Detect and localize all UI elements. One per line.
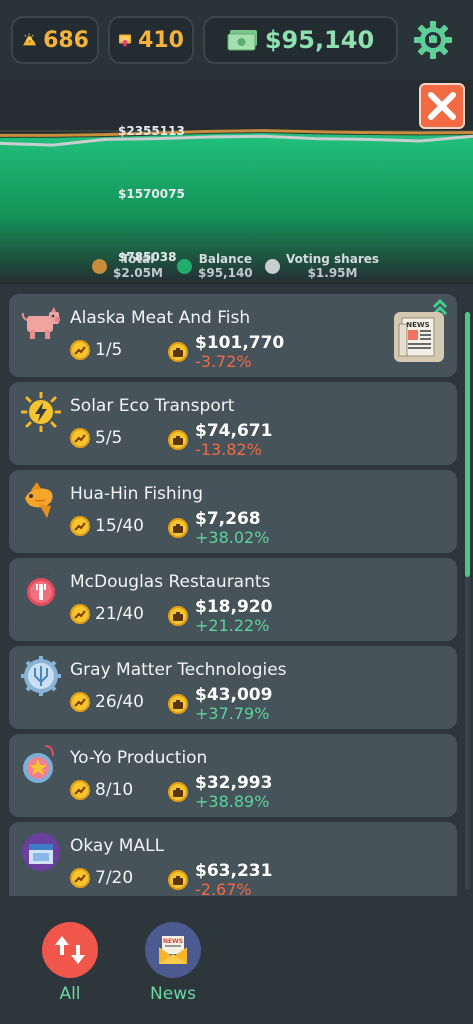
close-icon	[428, 92, 456, 120]
briefcase-coin-icon	[168, 694, 188, 714]
legend-total-label: Total	[121, 252, 155, 266]
gold-amount: 686	[43, 27, 89, 53]
gem-certificate-icon	[119, 34, 132, 48]
shares-coin-icon	[70, 868, 90, 888]
holding-value: $101,770	[195, 333, 285, 353]
briefcase-coin-icon	[168, 342, 188, 362]
shares-owned: 8/10	[95, 780, 134, 800]
company-card-alaska-meat-and-fish[interactable]: Alaska Meat And Fish 1/5 $101,770 -3.72%	[9, 294, 457, 377]
price-change: +38.02%	[195, 528, 270, 547]
circuit-gear-icon	[21, 656, 61, 696]
gem-amount: 410	[138, 27, 184, 53]
company-name: McDouglas Restaurants	[70, 572, 271, 592]
shares-coin-icon	[70, 692, 90, 712]
yoyo-star-icon	[23, 745, 54, 783]
price-change: +37.79%	[195, 704, 270, 723]
news-envelope-icon: NEWS	[159, 936, 187, 964]
shares-owned: 15/40	[95, 516, 144, 536]
cash-icon	[227, 30, 257, 51]
company-card-hua-hin-fishing[interactable]: Hua-Hin Fishing 15/40 $7,268 +38.02%	[9, 470, 457, 553]
gem-counter[interactable]: 410	[108, 16, 194, 64]
fish-icon	[25, 482, 53, 518]
cash-amount: $95,140	[264, 26, 375, 54]
chart-y-label: $2355113	[118, 124, 185, 138]
legend-total: Total $2.05M	[92, 250, 163, 282]
chart-y-label: $1570075	[118, 187, 185, 201]
legend-total-value: $2.05M	[113, 266, 163, 280]
company-name: Okay MALL	[70, 836, 165, 856]
briefcase-coin-icon	[168, 870, 188, 890]
settings-button[interactable]	[409, 16, 457, 64]
restaurant-sign-icon	[27, 570, 55, 606]
legend-total-dot	[92, 258, 107, 274]
bottom-nav: All NEWS News	[0, 896, 473, 1024]
news-badge-button[interactable]: NEWS	[394, 312, 444, 362]
shares-owned: 5/5	[95, 428, 123, 448]
shares-owned: 21/40	[95, 604, 144, 624]
legend-balance: Balance $95,140	[177, 250, 253, 282]
company-card-mcdouglas-restaurants[interactable]: McDouglas Restaurants 21/40 $18,920 +21.…	[9, 558, 457, 641]
company-card-yo-yo-production[interactable]: Yo-Yo Production 8/10 $32,993 +38.89%	[9, 734, 457, 817]
legend-balance-value: $95,140	[198, 266, 253, 280]
lightning-sun-icon	[21, 392, 61, 432]
list-scrollbar[interactable]	[465, 312, 470, 890]
briefcase-coin-icon	[168, 606, 188, 626]
briefcase-coin-icon	[168, 430, 188, 450]
pig-icon	[21, 307, 60, 339]
news-badge-text: NEWS	[406, 321, 429, 329]
top-bar: 686 410 $95,140	[0, 0, 473, 80]
company-card-solar-eco-transport[interactable]: Solar Eco Transport 5/5 $74,671 -13.82%	[9, 382, 457, 465]
shares-owned: 1/5	[95, 340, 123, 360]
gold-counter[interactable]: 686	[11, 16, 99, 64]
nav-news-icon-text: NEWS	[163, 938, 183, 945]
holding-value: $63,231	[195, 861, 273, 881]
nav-news-button[interactable]: NEWS News	[133, 922, 213, 1004]
nav-all-label: All	[59, 984, 81, 1004]
mall-icon	[22, 833, 60, 871]
holding-value: $32,993	[195, 773, 273, 793]
legend-voting-dot	[265, 258, 280, 274]
holding-value: $74,671	[195, 421, 273, 441]
company-card-gray-matter-technologies[interactable]: Gray Matter Technologies 26/40 $43,009 +…	[9, 646, 457, 729]
price-change: +38.89%	[195, 792, 270, 811]
legend-balance-dot	[177, 258, 192, 274]
company-name: Solar Eco Transport	[70, 396, 235, 416]
price-change: -13.82%	[195, 440, 262, 459]
shares-owned: 26/40	[95, 692, 144, 712]
legend-balance-label: Balance	[198, 252, 252, 266]
gear-icon	[414, 21, 452, 59]
company-list[interactable]: Alaska Meat And Fish 1/5 $101,770 -3.72%	[0, 290, 473, 896]
newspaper-icon: NEWS	[394, 312, 444, 362]
legend-voting-shares: Voting shares $1.95M	[265, 250, 379, 282]
close-chart-button[interactable]	[419, 83, 465, 129]
shares-coin-icon	[70, 428, 90, 448]
shares-coin-icon	[70, 780, 90, 800]
nav-all-button[interactable]: All	[30, 922, 110, 1004]
company-name: Hua-Hin Fishing	[70, 484, 203, 504]
briefcase-coin-icon	[168, 782, 188, 802]
holding-value: $18,920	[195, 597, 273, 617]
company-card-okay-mall[interactable]: Okay MALL 7/20 $63,231 -2.67%	[9, 822, 457, 896]
nav-news-label: News	[150, 984, 196, 1004]
shares-coin-icon	[70, 340, 90, 360]
scrollbar-thumb[interactable]	[465, 312, 470, 577]
shares-coin-icon	[70, 516, 90, 536]
company-name: Gray Matter Technologies	[70, 660, 287, 680]
up-down-arrows-icon	[55, 936, 85, 964]
shares-coin-icon	[70, 604, 90, 624]
price-change: -3.72%	[195, 352, 252, 371]
holding-value: $7,268	[195, 509, 261, 529]
shares-owned: 7/20	[95, 868, 134, 888]
company-name: Yo-Yo Production	[70, 748, 208, 768]
holding-value: $43,009	[195, 685, 273, 705]
legend-voting-label: Voting shares	[286, 252, 380, 266]
briefcase-coin-icon	[168, 518, 188, 538]
legend-voting-value: $1.95M	[307, 266, 358, 280]
cash-counter[interactable]: $95,140	[203, 16, 398, 64]
gold-bars-icon	[23, 33, 36, 46]
company-name: Alaska Meat And Fish	[70, 308, 251, 328]
price-change: -2.67%	[195, 880, 252, 896]
price-change: +21.22%	[195, 616, 270, 635]
